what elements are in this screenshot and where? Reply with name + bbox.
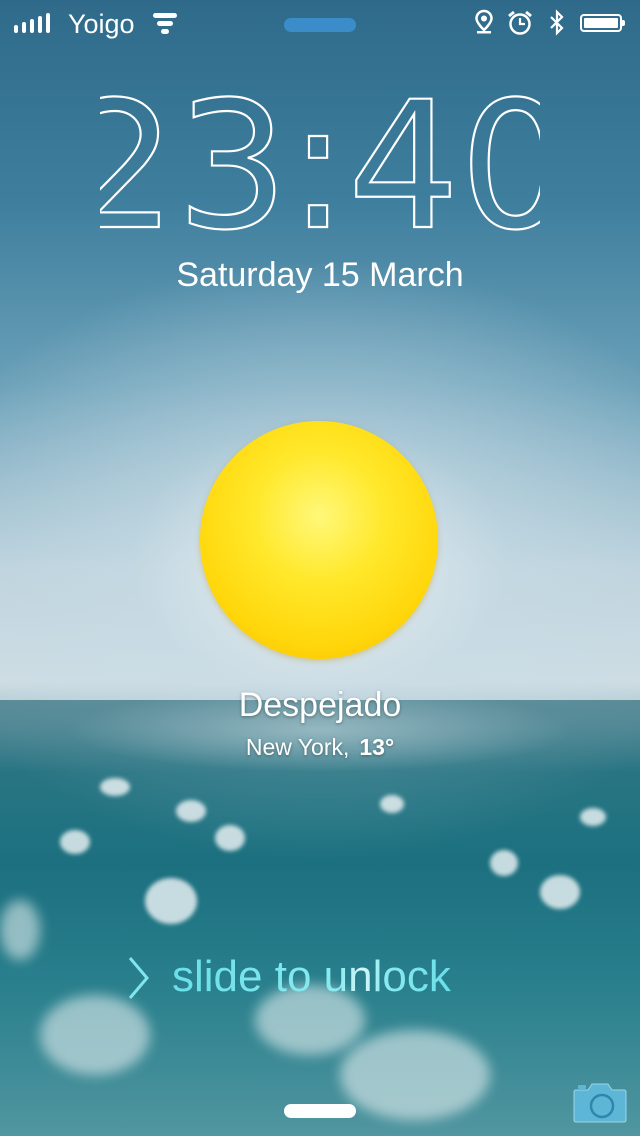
alarm-icon bbox=[508, 10, 532, 35]
home-indicator[interactable] bbox=[284, 1104, 356, 1118]
status-bar: Yoigo bbox=[0, 0, 640, 40]
bokeh-light bbox=[490, 850, 518, 876]
camera-icon[interactable] bbox=[572, 1080, 628, 1124]
slide-to-unlock-label: slide to unlock bbox=[172, 952, 451, 1001]
clock-date: Saturday 15 March bbox=[176, 256, 464, 294]
bokeh-light bbox=[100, 778, 130, 796]
sun-icon bbox=[200, 421, 438, 659]
slide-to-unlock[interactable]: slide to unlock bbox=[0, 950, 640, 1006]
notification-center-handle[interactable] bbox=[284, 18, 356, 32]
bokeh-light bbox=[145, 878, 197, 924]
bluetooth-icon bbox=[550, 9, 564, 36]
location-icon bbox=[475, 9, 493, 34]
bokeh-light bbox=[580, 808, 606, 826]
bokeh-light bbox=[380, 795, 404, 813]
carrier-name: Yoigo bbox=[68, 9, 135, 39]
svg-text:23:40: 23:40 bbox=[100, 95, 540, 235]
weather-location: New York, 13° bbox=[0, 734, 640, 761]
bokeh-light bbox=[340, 1030, 490, 1120]
chevron-right-icon bbox=[128, 957, 149, 999]
weather-condition: Despejado bbox=[238, 686, 402, 724]
bokeh-light bbox=[540, 875, 580, 909]
signal-icon bbox=[14, 13, 50, 33]
clock-time: 23:40 bbox=[100, 95, 540, 235]
bokeh-light bbox=[176, 800, 206, 822]
bokeh-light bbox=[60, 830, 90, 854]
weather-temperature: 13° bbox=[359, 734, 395, 760]
battery-icon bbox=[580, 14, 625, 32]
bokeh-light bbox=[215, 825, 245, 851]
wifi-icon bbox=[153, 13, 177, 34]
bokeh-light bbox=[40, 995, 150, 1075]
weather-city: New York, bbox=[245, 734, 350, 760]
wallpaper-sea bbox=[0, 700, 640, 1136]
